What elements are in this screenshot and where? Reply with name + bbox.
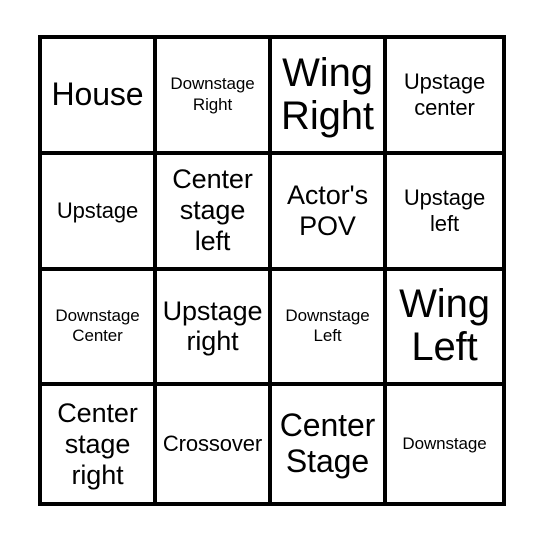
bingo-cell[interactable]: Downstage Center	[42, 270, 157, 387]
bingo-cell-label: Center stage left	[172, 164, 253, 256]
bingo-cell-label: Downstage Right	[170, 74, 255, 114]
bingo-cell-label: Crossover	[162, 431, 263, 457]
bingo-cell[interactable]: Crossover	[157, 386, 272, 502]
bingo-cell[interactable]: Center Stage	[272, 386, 387, 502]
bingo-cell[interactable]: Actor's POV	[272, 154, 387, 271]
bingo-cell-label: Actor's POV	[287, 179, 368, 241]
bingo-cell[interactable]: Downstage Left	[272, 270, 387, 387]
bingo-cell-label: Center stage right	[57, 397, 138, 490]
bingo-cell-label: Downstage	[402, 433, 487, 453]
bingo-cell-label: Center Stage	[279, 407, 376, 480]
bingo-cell[interactable]: Wing Right	[272, 39, 387, 155]
bingo-cell[interactable]: Downstage Right	[157, 39, 272, 155]
bingo-cell-label: Upstage right	[162, 295, 263, 357]
bingo-cell-label: Wing Left	[399, 282, 490, 370]
bingo-cell[interactable]: Wing Left	[387, 270, 502, 387]
bingo-cell[interactable]: Upstage	[42, 154, 157, 271]
bingo-cell-label: Downstage Center	[55, 305, 140, 346]
bingo-card-grid: House Downstage Right Wing Right Upstage…	[38, 35, 506, 506]
bingo-cell[interactable]: Center stage right	[42, 386, 157, 502]
bingo-cell[interactable]: Downstage	[387, 386, 502, 502]
bingo-cell-label: Wing Right	[281, 50, 374, 138]
bingo-cell[interactable]: Center stage left	[157, 154, 272, 271]
bingo-cell[interactable]: Upstage left	[387, 154, 502, 271]
bingo-cell[interactable]: House	[42, 39, 157, 155]
bingo-cell-label: Upstage center	[403, 69, 486, 120]
bingo-cell-label: Downstage Left	[285, 305, 370, 346]
bingo-cell[interactable]: Upstage right	[157, 270, 272, 387]
bingo-cell-label: House	[51, 75, 144, 112]
bingo-cell-label: Upstage	[56, 197, 139, 223]
bingo-cell[interactable]: Upstage center	[387, 39, 502, 155]
bingo-cell-label: Upstage left	[403, 185, 486, 236]
